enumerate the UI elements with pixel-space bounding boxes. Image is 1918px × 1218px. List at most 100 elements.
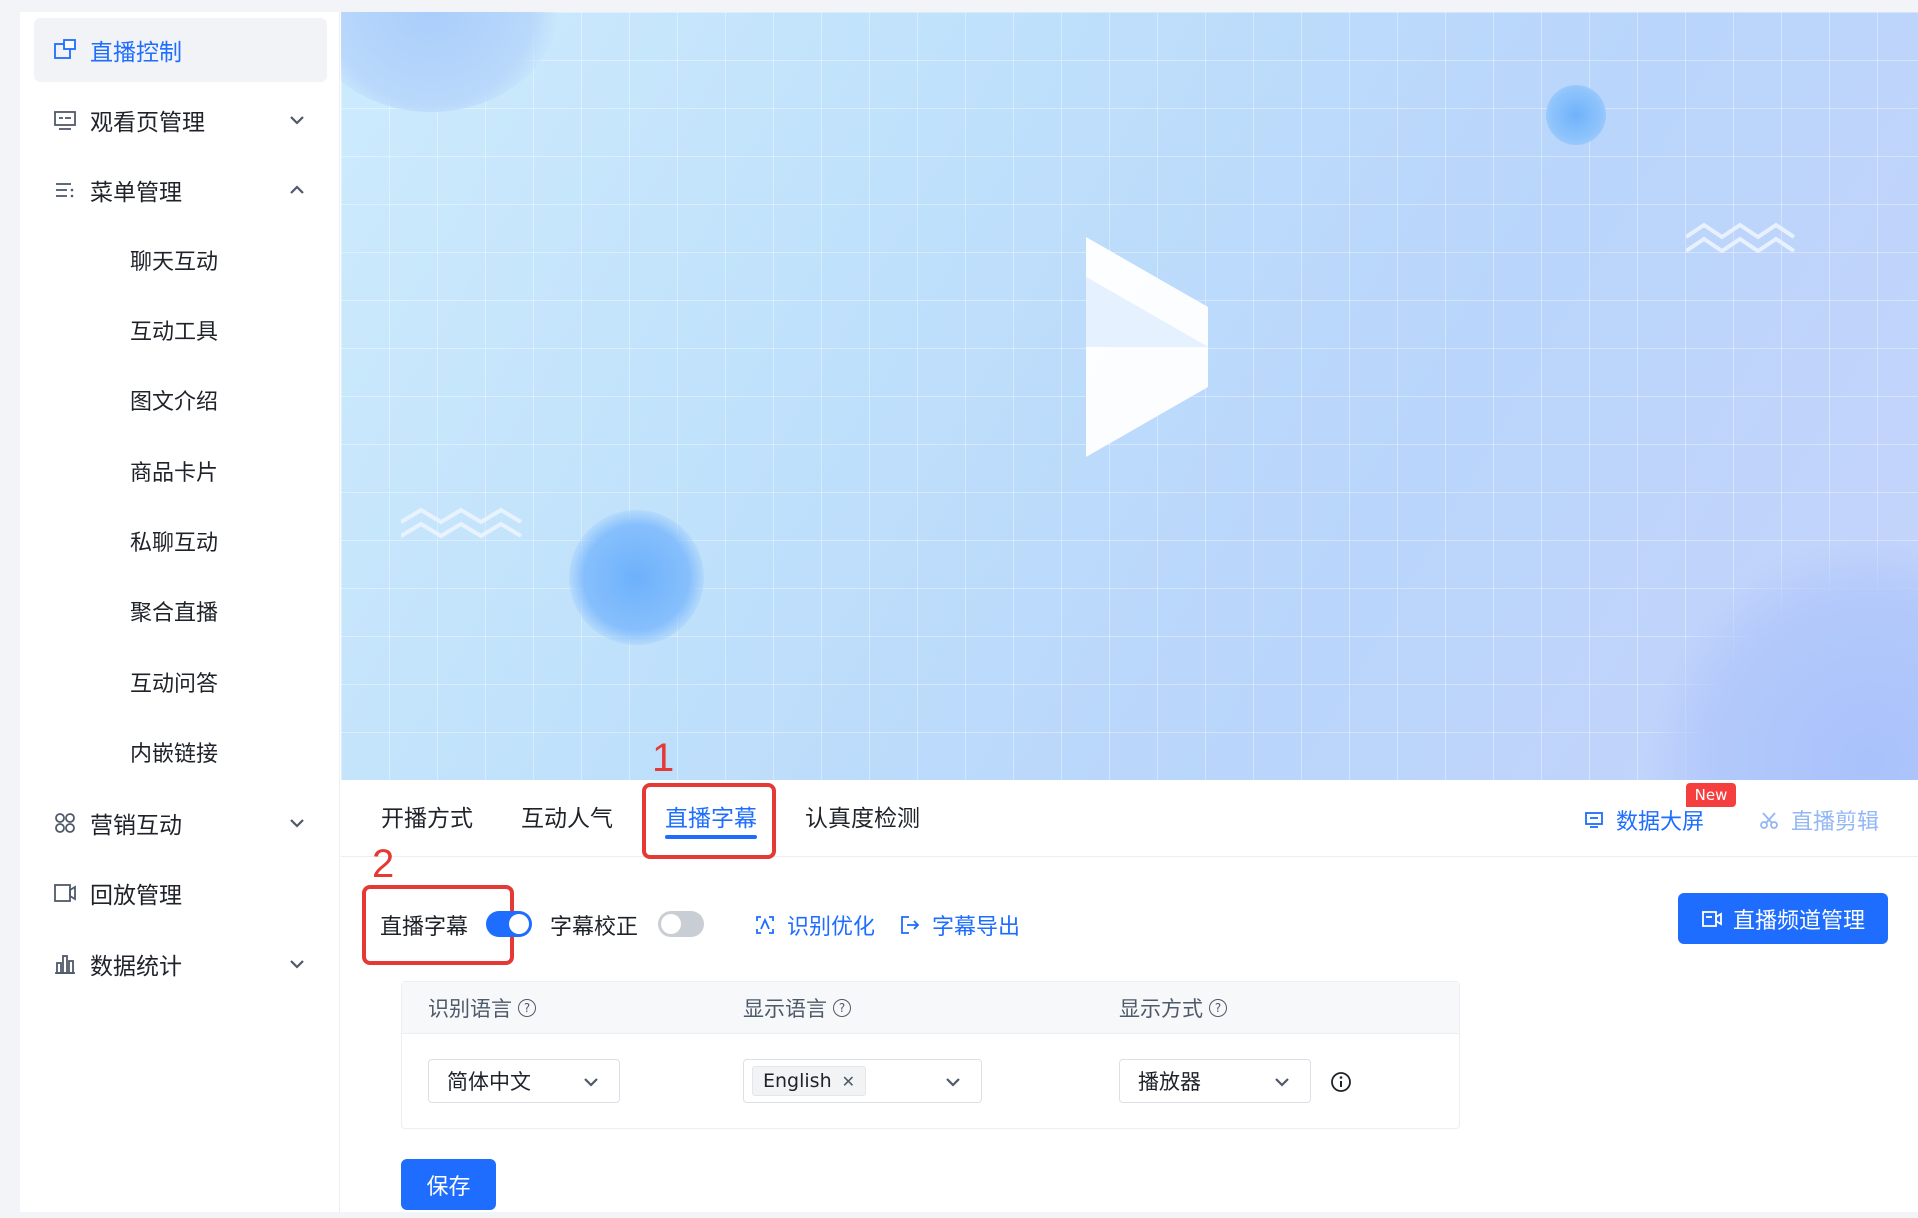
tabs-bar: 开播方式 互动人气 直播字幕 认真度检测 数据大屏 直播剪辑	[341, 782, 1918, 857]
decor-dot	[569, 510, 704, 645]
select-value: 简体中文	[447, 1070, 531, 1094]
tag-close-icon[interactable]: ✕	[842, 1072, 855, 1091]
sidebar-item-label: 数据统计	[90, 954, 182, 980]
select-value: 播放器	[1138, 1070, 1201, 1094]
live-control-icon	[52, 37, 78, 63]
toggle-knob	[661, 914, 681, 934]
chevron-down-icon	[584, 1078, 598, 1087]
live-clip-link[interactable]: 直播剪辑	[1759, 782, 1879, 857]
sidebar-subitem-label: 互动工具	[130, 320, 219, 345]
help-circle-icon[interactable]: ?	[833, 999, 851, 1017]
language-tag: English ✕	[752, 1066, 867, 1096]
sidebar-subitem-label: 聊天互动	[130, 250, 219, 275]
tab-label: 互动人气	[521, 806, 613, 832]
tab-interaction-popularity[interactable]: 互动人气	[521, 782, 613, 857]
sidebar-subitem[interactable]: 聊天互动	[34, 228, 327, 292]
tag-label: English	[763, 1070, 832, 1092]
save-button[interactable]: 保存	[401, 1159, 496, 1210]
sidebar-item-watch-page[interactable]: 观看页管理	[34, 88, 327, 152]
help-circle-icon[interactable]: ?	[518, 999, 536, 1017]
sidebar-subitem-label: 聚合直播	[130, 601, 219, 626]
sidebar-item-label: 菜单管理	[90, 180, 182, 206]
display-language-select[interactable]: English ✕	[743, 1059, 982, 1103]
chevron-down-icon	[946, 1078, 960, 1087]
scissors-icon	[1760, 811, 1778, 829]
tab-attention-check[interactable]: 认真度检测	[805, 782, 920, 857]
chevron-down-icon	[1275, 1078, 1289, 1087]
sidebar-subitem-label: 商品卡片	[130, 461, 219, 486]
sidebar-subitem[interactable]: 内嵌链接	[34, 720, 327, 784]
sidebar-item-label: 直播控制	[90, 40, 182, 66]
playback-icon	[52, 880, 78, 906]
decor-wave	[401, 507, 523, 539]
sidebar-item-label: 回放管理	[90, 883, 182, 909]
column-header-display-mode: 显示方式 ?	[1119, 982, 1227, 1034]
display-mode-select[interactable]: 播放器	[1119, 1059, 1311, 1103]
decor-dot	[1546, 85, 1606, 145]
sidebar-item-playback[interactable]: 回放管理	[34, 861, 327, 925]
sidebar-item-label: 观看页管理	[90, 110, 205, 136]
sidebar-subitem[interactable]: 私聊互动	[34, 509, 327, 573]
help-circle-icon[interactable]: ?	[1209, 999, 1227, 1017]
sidebar: 直播控制 观看页管理 菜单管理 聊天互动 互动工具 图文介绍 商品卡片 私聊互动…	[20, 12, 340, 1212]
save-button-label: 保存	[426, 1174, 471, 1200]
sidebar-subitem[interactable]: 商品卡片	[34, 439, 327, 503]
sidebar-subitem[interactable]: 聚合直播	[34, 579, 327, 643]
sidebar-subitem-label: 内嵌链接	[130, 742, 219, 767]
sidebar-item-marketing[interactable]: 营销互动	[34, 791, 327, 855]
column-header-recognition: 识别语言 ?	[428, 982, 536, 1034]
watch-page-icon	[52, 107, 78, 133]
recognition-optimize-link[interactable]: 识别优化	[755, 909, 875, 941]
annotation-box-1	[642, 783, 776, 859]
column-header-label: 显示方式	[1119, 997, 1203, 1021]
video-channel-icon	[1702, 910, 1722, 927]
sidebar-item-statistics[interactable]: 数据统计	[34, 932, 327, 996]
table-header: 识别语言 ? 显示语言 ? 显示方式 ?	[402, 982, 1459, 1034]
correction-toggle[interactable]	[658, 911, 704, 937]
column-header-label: 显示语言	[743, 997, 827, 1021]
tab-label: 开播方式	[381, 806, 473, 832]
sidebar-item-menu-manage[interactable]: 菜单管理	[34, 158, 327, 222]
live-preview-banner	[341, 12, 1918, 780]
tab-start-mode[interactable]: 开播方式	[381, 782, 473, 857]
sidebar-item-live-control[interactable]: 直播控制	[34, 18, 327, 82]
subtitle-export-link[interactable]: 字幕导出	[900, 909, 1020, 941]
sidebar-subitem-label: 私聊互动	[130, 531, 219, 556]
sidebar-subitem[interactable]: 互动问答	[34, 650, 327, 714]
bar-chart-icon	[52, 951, 78, 977]
play-logo-icon	[1086, 237, 1208, 457]
app-window: 直播控制 观看页管理 菜单管理 聊天互动 互动工具 图文介绍 商品卡片 私聊互动…	[20, 12, 1918, 1212]
export-icon	[901, 916, 920, 934]
sidebar-subitem[interactable]: 互动工具	[34, 298, 327, 362]
tab-label: 认真度检测	[805, 806, 920, 832]
monitor-icon	[1585, 811, 1603, 828]
subtitle-export-label: 字幕导出	[932, 915, 1021, 940]
info-icon[interactable]	[1330, 1071, 1352, 1093]
live-subtitle-label: 直播字幕	[380, 915, 469, 940]
new-badge: New	[1686, 783, 1736, 807]
scan-text-icon	[756, 916, 774, 934]
sidebar-subitem-label: 互动问答	[130, 672, 219, 697]
live-clip-label: 直播剪辑	[1791, 809, 1880, 835]
annotation-number-2: 2	[372, 842, 395, 886]
sidebar-item-label: 营销互动	[90, 813, 182, 839]
sidebar-subitem[interactable]: 图文介绍	[34, 368, 327, 432]
column-header-display-language: 显示语言 ?	[743, 982, 851, 1034]
channel-manage-label: 直播频道管理	[1732, 908, 1865, 934]
subtitle-language-table: 识别语言 ? 显示语言 ? 显示方式 ? 简体中文 English ✕ 播放器	[401, 981, 1460, 1129]
chevron-down-icon	[290, 960, 304, 969]
annotation-number-1: 1	[652, 736, 675, 780]
marketing-grid-icon	[52, 810, 78, 836]
channel-manage-button[interactable]: 直播频道管理	[1678, 893, 1888, 944]
data-screen-label: 数据大屏	[1616, 809, 1705, 835]
chevron-down-icon	[290, 116, 304, 125]
chevron-up-icon	[290, 185, 304, 194]
menu-list-icon	[52, 177, 78, 203]
chevron-down-icon	[290, 819, 304, 828]
recognition-optimize-label: 识别优化	[787, 915, 876, 940]
decor-wave	[1686, 222, 1796, 254]
recognition-language-select[interactable]: 简体中文	[428, 1059, 620, 1103]
live-subtitle-toggle[interactable]	[486, 911, 532, 937]
sidebar-subitem-label: 图文介绍	[130, 390, 219, 415]
column-header-label: 识别语言	[428, 997, 512, 1021]
